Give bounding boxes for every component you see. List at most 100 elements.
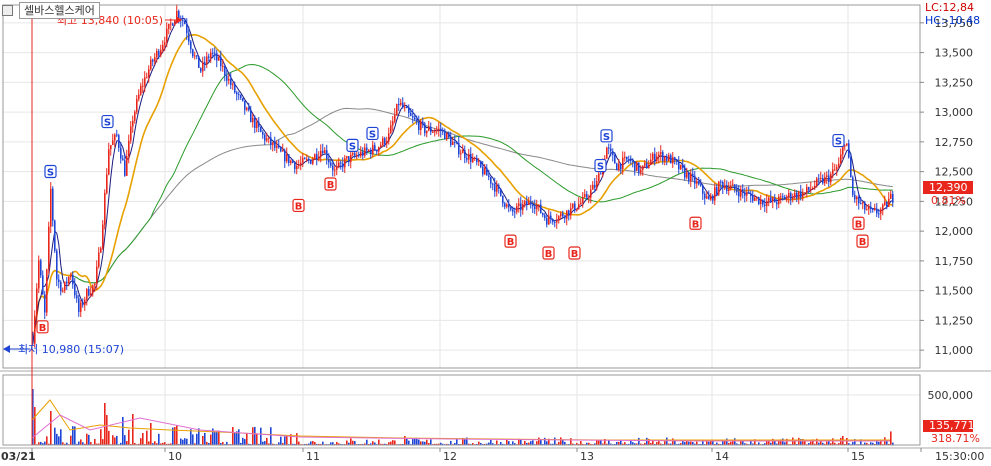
candle-body <box>106 174 108 193</box>
signal-label: B <box>295 201 303 212</box>
candle-body <box>252 117 254 123</box>
volume-bar <box>218 430 220 445</box>
candle-body <box>406 106 408 109</box>
signal-label: B <box>545 249 553 260</box>
candle-body <box>210 52 212 58</box>
candle-body <box>760 199 762 204</box>
volume-bar <box>242 437 244 445</box>
candle-body <box>34 315 36 344</box>
candle-body <box>158 51 160 56</box>
candle-body <box>664 156 666 162</box>
candle-body <box>316 154 318 160</box>
volume-bar <box>418 439 420 445</box>
candle-body <box>46 269 48 313</box>
volume-bar <box>192 434 194 445</box>
candle-body <box>824 176 826 184</box>
candle-body <box>794 192 796 198</box>
candle-body <box>156 51 158 58</box>
time-tick-label: 10 <box>168 450 182 463</box>
volume-bar <box>322 441 324 445</box>
candle-body <box>498 185 500 189</box>
candle-body <box>468 153 470 160</box>
candle-body <box>90 293 92 296</box>
candle-body <box>610 148 612 152</box>
candle-body <box>852 177 854 195</box>
candle-body <box>370 150 372 155</box>
candle-body <box>846 143 848 146</box>
candle-body <box>710 195 712 200</box>
volume-bar <box>496 440 498 445</box>
candle-body <box>400 102 402 105</box>
candle-body <box>78 298 80 312</box>
volume-bar <box>532 440 534 445</box>
candle-body <box>164 42 166 46</box>
time-tick-label: 12 <box>443 450 457 463</box>
candle-body <box>438 128 440 130</box>
volume-bar <box>112 435 114 445</box>
candle-body <box>262 131 264 135</box>
volume-bar <box>190 429 192 445</box>
candle-body <box>606 147 608 159</box>
candle-body <box>494 184 496 192</box>
candle-body <box>594 184 596 188</box>
candle-body <box>818 178 820 180</box>
candle-body <box>874 208 876 210</box>
stock-chart[interactable]: BSBSBSSBB BSSBSBB 13,75013,50013,25013,00… <box>0 0 991 466</box>
candle-body <box>402 102 404 108</box>
candle-body <box>92 285 94 294</box>
candle-body <box>756 197 758 199</box>
candle-body <box>352 153 354 155</box>
volume-bar <box>78 441 80 445</box>
candle-body <box>122 158 124 161</box>
candle-body <box>170 23 172 25</box>
candle-body <box>366 147 368 151</box>
candle-body <box>570 207 572 216</box>
candle-body <box>848 143 850 158</box>
candle-body <box>40 260 42 276</box>
volume-bar <box>202 435 204 445</box>
candle-body <box>212 52 214 54</box>
volume-bar <box>86 433 88 445</box>
candle-body <box>754 197 756 201</box>
volume-bar <box>544 437 546 445</box>
candle-body <box>686 172 688 178</box>
candle-body <box>358 155 360 157</box>
candle-body <box>150 59 152 70</box>
candle-body <box>276 145 278 148</box>
volume-bar <box>406 438 408 445</box>
volume-bar <box>238 429 240 445</box>
candle-body <box>682 164 684 168</box>
candle-body <box>640 169 642 173</box>
candle-body <box>628 159 630 161</box>
candle-body <box>200 67 202 72</box>
price-tick-label: 11,000 <box>935 344 974 357</box>
candle-body <box>590 189 592 198</box>
volume-bar <box>742 441 744 445</box>
candle-body <box>38 260 40 289</box>
candle-body <box>250 110 252 123</box>
candle-body <box>60 282 62 292</box>
volume-bar <box>286 436 288 445</box>
candle-body <box>56 250 58 280</box>
volume-bar <box>366 439 368 445</box>
volume-bar <box>100 429 102 445</box>
candle-body <box>54 220 56 251</box>
volume-bar <box>204 432 206 445</box>
candle-body <box>432 131 434 133</box>
candle-body <box>454 142 456 144</box>
candle-body <box>746 192 748 196</box>
volume-bar <box>350 438 352 445</box>
candle-body <box>290 160 292 163</box>
candle-body <box>742 189 744 193</box>
candle-body <box>466 157 468 160</box>
volume-bar <box>270 427 272 445</box>
chart-settings-icon[interactable] <box>2 4 13 16</box>
volume-bar <box>210 434 212 445</box>
candle-body <box>420 121 422 130</box>
candle-body <box>554 221 556 223</box>
time-tick-label: 14 <box>715 450 729 463</box>
candle-body <box>88 288 90 296</box>
candle-body <box>58 279 60 283</box>
candle-body <box>486 167 488 176</box>
signal-label: B <box>507 237 515 248</box>
